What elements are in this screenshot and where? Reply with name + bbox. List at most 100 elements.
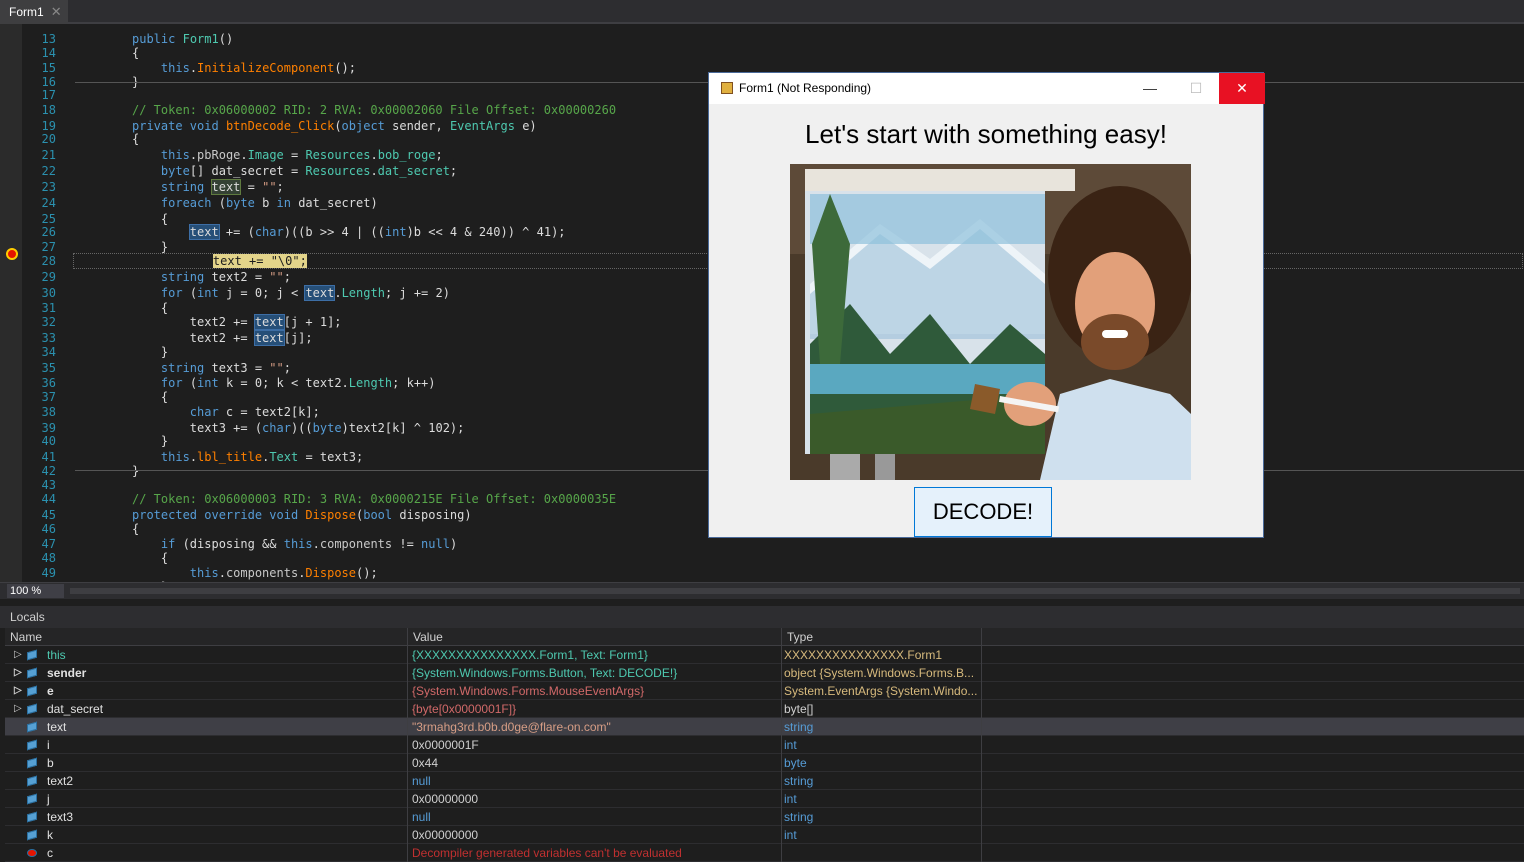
line-number: 20 [41, 132, 56, 146]
line-number: 45 [41, 508, 56, 522]
expand-icon[interactable]: ▷ [14, 646, 22, 664]
close-icon[interactable]: ✕ [51, 0, 62, 24]
code-line[interactable]: 48 { [22, 551, 1522, 565]
decode-button[interactable]: DECODE! [914, 487, 1052, 537]
line-number: 21 [41, 148, 56, 162]
code-text: protected override void Dispose(bool dis… [132, 508, 472, 522]
expand-icon[interactable]: ▷ [14, 682, 22, 700]
local-name: ▷ e [5, 682, 408, 700]
local-type: int [782, 790, 982, 808]
variable-icon [27, 685, 37, 697]
locals-row[interactable]: ▷ e {System.Windows.Forms.MouseEventArgs} S… [5, 682, 1524, 700]
app-icon [721, 82, 733, 94]
local-name-text: this [47, 648, 66, 662]
column-name[interactable]: Name [5, 628, 408, 646]
line-number: 34 [41, 345, 56, 359]
code-text: this.InitializeComponent(); [160, 61, 357, 75]
locals-row[interactable]: text3 null string [5, 808, 1524, 826]
zoom-select[interactable]: 100 % [7, 584, 64, 598]
variable-icon [27, 829, 37, 841]
local-value[interactable]: null [408, 808, 782, 826]
line-number: 44 [41, 492, 56, 506]
horizontal-scrollbar[interactable] [70, 588, 1520, 594]
expand-icon[interactable]: ▷ [14, 700, 22, 718]
local-type: byte[] [782, 700, 982, 718]
line-number: 37 [41, 390, 56, 404]
code-line[interactable]: 49 this.components.Dispose(); [22, 566, 1522, 580]
line-number: 33 [41, 331, 56, 345]
local-name-text: text3 [47, 810, 74, 824]
line-number: 31 [41, 301, 56, 315]
line-number: 15 [41, 61, 56, 75]
locals-row[interactable]: ▷ dat_secret {byte[0x0000001F]} byte[] [5, 700, 1524, 718]
variable-icon [27, 811, 37, 823]
locals-row[interactable]: c Decompiler generated variables can't be… [5, 844, 1524, 862]
locals-row[interactable]: text2 null string [5, 772, 1524, 790]
locals-row[interactable]: b 0x44 byte [5, 754, 1524, 772]
window-title-bar[interactable]: Form1 (Not Responding) — ☐ ✕ [709, 73, 1265, 104]
line-number: 47 [41, 537, 56, 551]
code-text: } [132, 345, 169, 359]
code-text: this.lbl_title.Text = text3; [160, 450, 364, 464]
local-type: string [782, 772, 982, 790]
local-value[interactable]: {System.Windows.Forms.Button, Text: DECO… [408, 664, 782, 682]
code-line[interactable]: 47 if (disposing && this.components != n… [22, 537, 1522, 551]
local-value[interactable]: 0x0000001F [408, 736, 782, 754]
local-name: c [5, 844, 408, 862]
code-line[interactable]: 13 public Form1() [22, 32, 1522, 46]
local-value[interactable]: 0x00000000 [408, 826, 782, 844]
code-text: { [132, 212, 169, 226]
local-name-text: sender [47, 666, 87, 680]
local-name-text: j [47, 792, 50, 806]
code-text: { [132, 46, 140, 60]
code-text: byte[] dat_secret = Resources.dat_secret… [160, 164, 458, 178]
line-number: 27 [41, 240, 56, 254]
code-text: } [132, 464, 140, 478]
local-value[interactable]: 0x00000000 [408, 790, 782, 808]
code-line[interactable]: 14 { [22, 46, 1522, 60]
local-name-text: i [47, 738, 50, 752]
local-value[interactable]: Decompiler generated variables can't be … [408, 844, 782, 862]
line-number: 18 [41, 103, 56, 117]
local-value[interactable]: null [408, 772, 782, 790]
local-name-text: text2 [47, 774, 74, 788]
breakpoint-icon[interactable] [6, 248, 18, 260]
error-icon [27, 849, 37, 857]
local-value[interactable]: {byte[0x0000001F]} [408, 700, 782, 718]
variable-icon [27, 775, 37, 787]
locals-row[interactable]: ▷ this {XXXXXXXXXXXXXXX.Form1, Text: Form1… [5, 646, 1524, 664]
local-value[interactable]: {System.Windows.Forms.MouseEventArgs} [408, 682, 782, 700]
local-value[interactable]: {XXXXXXXXXXXXXXX.Form1, Text: Form1} [408, 646, 782, 664]
line-number: 48 [41, 551, 56, 565]
locals-row[interactable]: k 0x00000000 int [5, 826, 1524, 844]
local-value[interactable]: "3rmahg3rd.b0b.d0ge@flare-on.com" [408, 718, 782, 736]
code-text: string text3 = ""; [160, 361, 291, 375]
minimize-button[interactable]: — [1127, 73, 1173, 104]
breakpoint-margin[interactable] [0, 24, 22, 582]
local-value[interactable]: 0x44 [408, 754, 782, 772]
local-name-text: e [47, 684, 54, 698]
painter-picture [790, 164, 1191, 480]
code-text: if (disposing && this.components != null… [160, 537, 458, 551]
variable-icon [27, 721, 37, 733]
locals-row[interactable]: text "3rmahg3rd.b0b.d0ge@flare-on.com" str… [5, 718, 1524, 736]
locals-row[interactable]: i 0x0000001F int [5, 736, 1524, 754]
expand-icon[interactable]: ▷ [14, 664, 22, 682]
local-name: text2 [5, 772, 408, 790]
code-text: } [132, 434, 169, 448]
line-number: 30 [41, 286, 56, 300]
locals-grid: Name Value Type ▷ this {XXXXXXXXXXXXXXX.Fo… [5, 628, 1524, 862]
maximize-button[interactable]: ☐ [1173, 73, 1219, 104]
line-number: 19 [41, 119, 56, 133]
local-name: text3 [5, 808, 408, 826]
locals-row[interactable]: ▷ sender {System.Windows.Forms.Button, Tex… [5, 664, 1524, 682]
locals-row[interactable]: j 0x00000000 int [5, 790, 1524, 808]
tab-form1[interactable]: Form1 ✕ [0, 0, 68, 24]
local-type: int [782, 826, 982, 844]
column-type[interactable]: Type [782, 628, 982, 646]
code-text: for (int j = 0; j < text.Length; j += 2) [160, 285, 450, 301]
column-value[interactable]: Value [408, 628, 782, 646]
local-type: object {System.Windows.Forms.B... [782, 664, 982, 682]
variable-icon [27, 757, 37, 769]
close-button[interactable]: ✕ [1219, 73, 1265, 104]
